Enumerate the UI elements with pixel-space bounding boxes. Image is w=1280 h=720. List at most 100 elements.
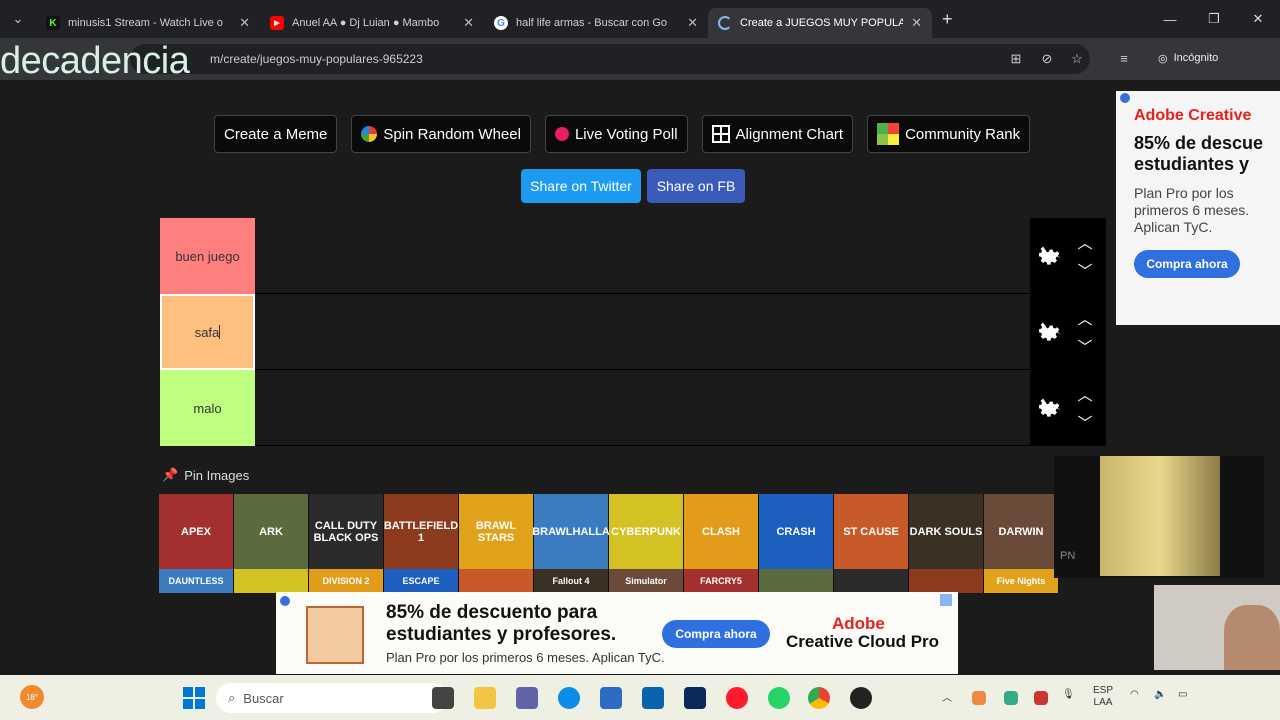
ad-headline: 85% de descue	[1134, 133, 1264, 153]
tier-controls: ︿ ﹀	[1030, 294, 1106, 370]
game-thumbnail[interactable]: CYBERPUNK	[609, 494, 684, 569]
close-window-icon[interactable]: ✕	[1236, 0, 1280, 38]
restore-icon[interactable]: ❐	[1192, 0, 1236, 38]
tier-label[interactable]: buen juego	[160, 218, 255, 294]
ad-cta-button[interactable]: Compra ahora	[1134, 250, 1240, 278]
game-thumbnail[interactable]: ST CAUSE	[834, 494, 909, 569]
share-fb-button[interactable]: Share on FB	[647, 169, 745, 203]
move-up-chevron-icon[interactable]: ︿	[1076, 232, 1094, 252]
game-thumbnail[interactable]: BRAWL STARS	[459, 494, 534, 569]
minimize-icon[interactable]: —	[1148, 0, 1192, 38]
ad-choices-icon[interactable]	[280, 596, 290, 606]
share-twitter-button[interactable]: Share on Twitter	[521, 169, 641, 203]
tier-label-editing[interactable]: safa	[160, 294, 255, 370]
ad-close-icon[interactable]	[940, 594, 952, 606]
edge-icon[interactable]	[558, 687, 580, 709]
language-indicator[interactable]: ESP LAA	[1093, 685, 1113, 709]
ad-choices-icon[interactable]	[1120, 93, 1130, 103]
gear-icon[interactable]	[1036, 242, 1064, 270]
game-thumbnail[interactable]: ARK	[234, 494, 309, 569]
move-down-chevron-icon[interactable]: ﹀	[1076, 336, 1094, 356]
translate-icon[interactable]: ⊞	[1008, 51, 1024, 67]
move-up-chevron-icon[interactable]: ︿	[1076, 384, 1094, 404]
spin-random-wheel-button[interactable]: Spin Random Wheel	[351, 115, 531, 153]
eye-off-icon[interactable]: ⊘	[1039, 51, 1055, 67]
game-thumbnail[interactable]	[759, 569, 834, 593]
tray-app-icon[interactable]	[972, 691, 986, 705]
disney-plus-icon[interactable]	[684, 687, 706, 709]
game-thumbnail[interactable]: DARWIN	[984, 494, 1059, 569]
battery-icon[interactable]: ▭	[1178, 689, 1187, 700]
game-thumbnail[interactable]: BATTLEFIELD 1	[384, 494, 459, 569]
tab-title: Create a JUEGOS MUY POPULA	[740, 17, 904, 29]
close-tab-icon[interactable]: ✕	[463, 15, 474, 31]
bookmark-star-icon[interactable]: ☆	[1069, 51, 1085, 67]
task-view-icon[interactable]	[432, 687, 454, 709]
whatsapp-icon[interactable]	[768, 687, 790, 709]
language-code: ESP	[1093, 685, 1114, 696]
taskbar-search[interactable]: ⌕ Buscar	[216, 683, 448, 713]
game-thumbnail[interactable]: FARCRY5	[684, 569, 759, 593]
alignment-chart-button[interactable]: Alignment Chart	[701, 115, 854, 153]
ad-illustration	[306, 606, 364, 664]
game-thumbnail[interactable]: APEX	[159, 494, 234, 569]
store-icon[interactable]	[600, 687, 622, 709]
create-meme-button[interactable]: Create a Meme	[214, 115, 338, 153]
temperature: 18°	[25, 692, 39, 702]
tray-app-icon[interactable]	[1034, 691, 1048, 705]
microphone-icon[interactable]: 🎙	[1062, 689, 1075, 700]
game-thumbnail[interactable]: CLASH	[684, 494, 759, 569]
game-thumbnail[interactable]: DIVISION 2	[309, 569, 384, 593]
browser-tab-active[interactable]: Create a JUEGOS MUY POPULA ✕	[708, 8, 932, 38]
game-thumbnail[interactable]	[834, 569, 909, 593]
wifi-icon[interactable]: ◠	[1130, 689, 1139, 700]
tab-search-chevron-icon[interactable]: ⌄	[0, 0, 36, 38]
close-tab-icon[interactable]: ✕	[911, 15, 922, 31]
media-control-icon[interactable]: ≡	[1116, 51, 1132, 67]
close-tab-icon[interactable]: ✕	[687, 15, 698, 31]
game-thumbnail[interactable]: BRAWLHALLA	[532, 494, 610, 569]
windows-start-icon[interactable]	[183, 687, 205, 709]
tier-label[interactable]: malo	[160, 370, 255, 446]
weather-widget[interactable]: 18°	[20, 685, 44, 709]
game-thumbnail[interactable]: CALL DUTY BLACK OPS	[309, 494, 384, 569]
game-thumbnail[interactable]	[909, 569, 984, 593]
tray-app-icon[interactable]	[1004, 691, 1018, 705]
gear-icon[interactable]	[1036, 318, 1064, 346]
volume-icon[interactable]: 🔈	[1154, 689, 1166, 700]
gear-icon[interactable]	[1036, 394, 1064, 422]
move-down-chevron-icon[interactable]: ﹀	[1076, 412, 1094, 432]
opera-icon[interactable]	[726, 687, 748, 709]
game-thumbnail[interactable]: Simulator	[609, 569, 684, 593]
teams-icon[interactable]	[516, 687, 538, 709]
incognito-badge[interactable]: ◎ Incógnito	[1148, 44, 1228, 72]
browser-tab[interactable]: ▶ Anuel AA ● Dj Luian ● Mambo ✕	[260, 8, 484, 38]
game-thumbnail[interactable]: Five Nights	[984, 569, 1059, 593]
ad-product: Creative Cloud Pro	[786, 632, 940, 651]
game-thumbnail[interactable]: Fallout 4	[534, 569, 609, 593]
game-thumbnail[interactable]	[234, 569, 309, 593]
tray-chevron-up-icon[interactable]: ︿	[942, 689, 952, 704]
browser-tab[interactable]: K minusis1 Stream - Watch Live o ✕	[36, 8, 260, 38]
browser-tab[interactable]: G half life armas - Buscar con Go ✕	[484, 8, 708, 38]
game-thumbnail[interactable]: CRASH	[759, 494, 834, 569]
outlook-icon[interactable]	[642, 687, 664, 709]
move-up-chevron-icon[interactable]: ︿	[1076, 308, 1094, 328]
file-explorer-icon[interactable]	[474, 687, 496, 709]
tier-list-page: Create a Meme Spin Random Wheel Live Vot…	[0, 80, 1280, 675]
chrome-icon[interactable]	[808, 687, 830, 709]
community-rank-button[interactable]: Community Rank	[867, 115, 1031, 153]
move-down-chevron-icon[interactable]: ﹀	[1076, 260, 1094, 280]
ad-cta-button[interactable]: Compra ahora	[662, 620, 770, 648]
game-thumbnail[interactable]: DAUNTLESS	[159, 569, 234, 593]
ad-banner-bottom[interactable]: 85% de descuento para estudiantes y profe…	[276, 592, 958, 674]
new-tab-plus-icon[interactable]: +	[942, 9, 953, 30]
game-thumbnail[interactable]	[459, 569, 534, 593]
obs-icon[interactable]	[850, 687, 872, 709]
close-tab-icon[interactable]: ✕	[239, 15, 250, 31]
button-label: Community Rank	[905, 125, 1021, 143]
ad-banner-right[interactable]: Adobe Creative 85% de descue estudiantes…	[1116, 91, 1280, 325]
game-thumbnail[interactable]: ESCAPE	[384, 569, 459, 593]
live-voting-poll-button[interactable]: Live Voting Poll	[544, 115, 688, 153]
game-thumbnail[interactable]: DARK SOULS	[909, 494, 984, 569]
